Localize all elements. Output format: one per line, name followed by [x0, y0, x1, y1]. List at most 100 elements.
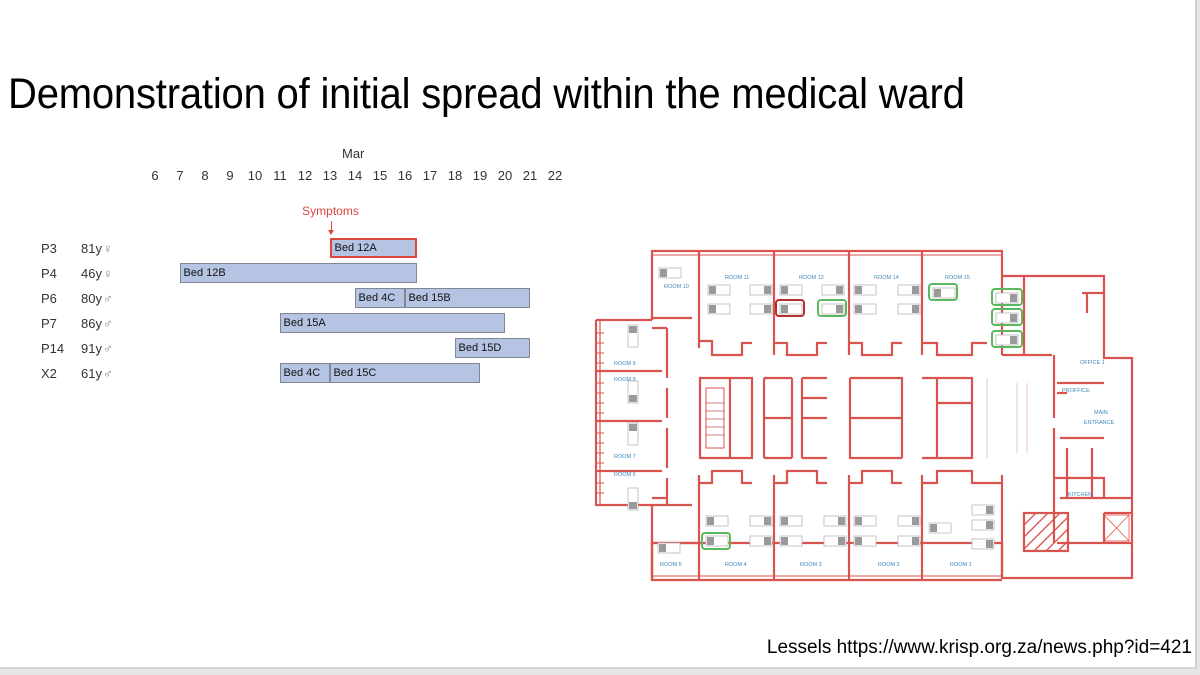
bed-icon [749, 303, 773, 315]
bed-icon [823, 535, 847, 547]
bed-icon [897, 515, 921, 527]
bed-icon [995, 334, 1019, 346]
day-tick-label: 10 [247, 168, 263, 183]
bed-icon [971, 538, 995, 550]
day-tick-label: 11 [273, 168, 287, 183]
symptoms-label: Symptoms [302, 204, 359, 218]
room-14-label: ROOM 14 [874, 275, 899, 281]
room-9-label: ROOM 9 [614, 361, 636, 367]
patient-age: 46y♀ [81, 266, 113, 281]
patient-id: P7 [41, 316, 57, 331]
day-tick-label: 17 [422, 168, 438, 183]
bed-icon [821, 303, 845, 315]
bed-icon [705, 535, 729, 547]
month-label: Mar [342, 146, 365, 161]
patient-age: 61y♂ [81, 366, 113, 381]
bed-icon [897, 284, 921, 296]
bed-icon [779, 515, 803, 527]
day-tick-label: 6 [151, 168, 159, 183]
male-icon: ♂ [102, 341, 113, 356]
bed-icon [658, 267, 682, 279]
bed-icon [749, 284, 773, 296]
room-15-label: ROOM 15 [945, 275, 970, 281]
patient-age: 81y♀ [81, 241, 113, 256]
room-7-label: ROOM 7 [614, 454, 636, 460]
bed-icon [853, 535, 877, 547]
hatched-area [1023, 512, 1069, 552]
day-tick-label: 22 [547, 168, 563, 183]
room-4-label: ROOM 4 [725, 562, 747, 568]
bed-icon [627, 487, 639, 511]
room-8-label: ROOM 8 [614, 377, 636, 383]
symptoms-arrowhead-icon [327, 230, 334, 235]
day-tick-label: 9 [226, 168, 234, 183]
room-3-label: ROOM 3 [800, 562, 822, 568]
patient-age: 80y♂ [81, 291, 113, 306]
patient-age-text: 61y [81, 366, 102, 381]
bed-icon [971, 519, 995, 531]
male-icon: ♂ [102, 316, 113, 331]
bed-icon [707, 284, 731, 296]
bed-icon [627, 422, 639, 446]
main-entrance-label-2: ENTRANCE [1084, 420, 1115, 426]
room-2-label: ROOM 2 [878, 562, 900, 568]
bed-stay-bar: Bed 15C [329, 363, 480, 383]
crossed-box [1103, 514, 1130, 542]
office-1-label: OFFICE 1 [1080, 360, 1105, 366]
patient-age-text: 86y [81, 316, 102, 331]
day-tick-label: 13 [322, 168, 338, 183]
patient-age-text: 46y [81, 266, 102, 281]
day-tick-label: 18 [447, 168, 463, 183]
bed-stay-bar: Bed 12B [179, 263, 417, 283]
patient-age-text: 81y [81, 241, 102, 256]
room-10-label: ROOM 10 [664, 284, 689, 290]
bed-stay-bar: Bed 4C [354, 288, 405, 308]
bed-icon [749, 535, 773, 547]
room-11-label: ROOM 11 [725, 275, 749, 281]
day-tick-label: 14 [347, 168, 363, 183]
bed-icon [897, 303, 921, 315]
bed-icon [897, 535, 921, 547]
bed-icon [995, 292, 1019, 304]
bed-icon [707, 303, 731, 315]
male-icon: ♂ [102, 366, 113, 381]
patient-age-text: 91y [81, 341, 102, 356]
day-tick-label: 19 [472, 168, 488, 183]
bed-icon [657, 542, 681, 554]
slide-title: Demonstration of initial spread within t… [8, 70, 965, 118]
male-icon: ♂ [102, 291, 113, 306]
bed-icon [853, 515, 877, 527]
day-tick-label: 16 [397, 168, 413, 183]
bed-icon [779, 284, 803, 296]
bed-icon [971, 504, 995, 516]
bed-icon [627, 324, 639, 348]
bed-icon [995, 312, 1019, 324]
room-1-label: ROOM 1 [950, 562, 972, 568]
bed-icon [932, 287, 956, 299]
bed-icon [821, 284, 845, 296]
bed-icon [853, 303, 877, 315]
kitchen-label: KITCHEN [1068, 492, 1092, 498]
patient-age: 91y♂ [81, 341, 113, 356]
slide: Demonstration of initial spread within t… [0, 0, 1197, 669]
bed-icon [705, 515, 729, 527]
female-icon: ♀ [102, 241, 113, 256]
bed-icon [779, 535, 803, 547]
bed-icon [928, 522, 952, 534]
room-12-label: ROOM 12 [799, 275, 824, 281]
day-tick-label: 20 [497, 168, 513, 183]
patient-id: P6 [41, 291, 57, 306]
bed-icon [853, 284, 877, 296]
bed-icon [779, 303, 803, 315]
patient-id: P4 [41, 266, 57, 281]
patient-id: P3 [41, 241, 57, 256]
citation: Lessels https://www.krisp.org.za/news.ph… [766, 637, 1192, 658]
bed-icon [749, 515, 773, 527]
ward-floor-plan: ROOM 10 ROOM 11 ROOM 12 ROOM 14 ROOM 15 … [594, 249, 1134, 582]
room-5-label: ROOM 5 [660, 562, 682, 568]
day-tick-label: 8 [201, 168, 209, 183]
bed-stay-bar: Bed 12A [329, 238, 417, 258]
main-entrance-label: MAIN [1094, 410, 1108, 416]
patient-id: X2 [41, 366, 57, 381]
proffice-label: PROFFICE [1062, 388, 1090, 394]
